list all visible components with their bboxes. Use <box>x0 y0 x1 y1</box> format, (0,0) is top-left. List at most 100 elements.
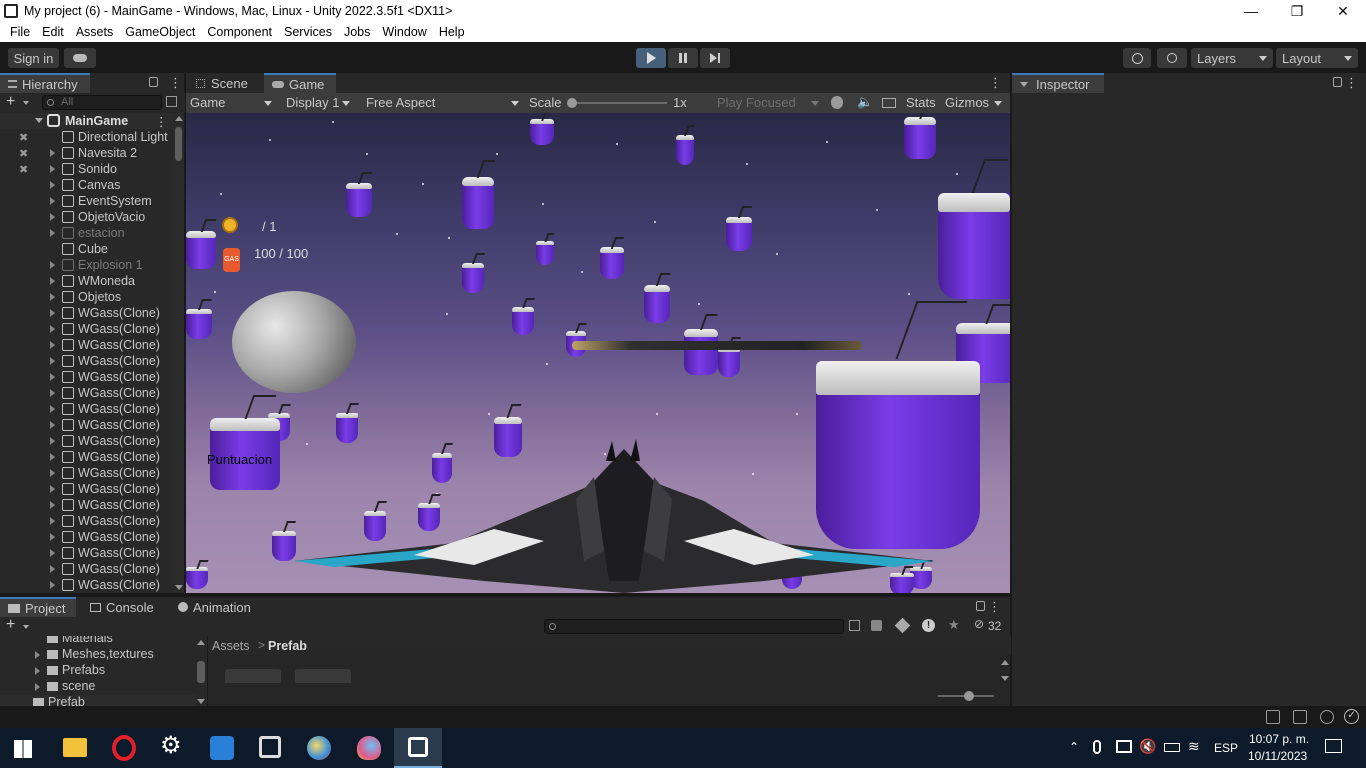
scale-slider-handle[interactable] <box>567 98 577 108</box>
hierarchy-item[interactable]: estacion <box>0 225 173 241</box>
menu-assets[interactable]: Assets <box>70 25 120 39</box>
hierarchy-item[interactable]: WGass(Clone) <box>0 481 173 497</box>
hierarchy-item[interactable]: WGass(Clone) <box>0 337 173 353</box>
history-button[interactable] <box>1123 48 1151 68</box>
chevron-right-icon[interactable] <box>50 453 55 461</box>
thumbnail-size-slider[interactable] <box>938 691 994 701</box>
chevron-down-icon[interactable] <box>23 101 29 105</box>
hierarchy-item[interactable]: WGass(Clone) <box>0 369 173 385</box>
more-options-icon[interactable]: ⋮ <box>989 75 1002 91</box>
lock-icon[interactable] <box>149 77 158 87</box>
chevron-right-icon[interactable] <box>50 277 55 285</box>
chevron-right-icon[interactable] <box>50 501 55 509</box>
notifications-icon[interactable] <box>1325 739 1342 753</box>
chevron-right-icon[interactable] <box>50 389 55 397</box>
vscode-icon[interactable] <box>210 736 234 760</box>
check-icon[interactable]: ✓ <box>1344 709 1359 724</box>
tab-project[interactable]: Project <box>0 597 76 617</box>
menu-gameobject[interactable]: GameObject <box>119 25 201 39</box>
progress-icon[interactable] <box>1266 710 1280 724</box>
hierarchy-item[interactable]: Objetos <box>0 289 173 305</box>
layers-dropdown[interactable]: Layers <box>1191 48 1273 68</box>
hierarchy-item[interactable]: WGass(Clone) <box>0 561 173 577</box>
hierarchy-item[interactable]: Directional Light <box>0 129 173 145</box>
save-search-icon[interactable] <box>849 620 860 631</box>
hierarchy-item[interactable]: Sonido <box>0 161 173 177</box>
tab-animation[interactable]: Animation <box>170 597 260 617</box>
paint-3d-icon[interactable] <box>357 736 381 760</box>
tab-hierarchy[interactable]: Hierarchy <box>0 73 90 93</box>
hidden-count-icon[interactable]: ⊘ <box>974 617 984 631</box>
project-search-input[interactable] <box>544 619 844 634</box>
chevron-right-icon[interactable] <box>50 581 55 589</box>
opera-browser-icon[interactable] <box>112 735 136 761</box>
hierarchy-item[interactable]: WGass(Clone) <box>0 529 173 545</box>
clock-date[interactable]: 10/11/2023 <box>1248 749 1307 763</box>
warning-filter-icon[interactable]: ! <box>922 619 935 632</box>
folder-row[interactable]: scene <box>0 679 196 695</box>
chevron-right-icon[interactable] <box>50 437 55 445</box>
scene-root-row[interactable]: MainGame ⋮ <box>0 113 173 129</box>
hierarchy-item[interactable]: WGass(Clone) <box>0 401 173 417</box>
menu-edit[interactable]: Edit <box>36 25 70 39</box>
tab-inspector[interactable]: Inspector <box>1012 73 1104 93</box>
hierarchy-item[interactable]: WGass(Clone) <box>0 353 173 369</box>
tab-console[interactable]: Console <box>82 597 162 617</box>
show-hidden-icons[interactable]: ⌃ <box>1069 740 1079 754</box>
more-options-icon[interactable]: ⋮ <box>1345 75 1358 91</box>
hierarchy-item[interactable]: WGass(Clone) <box>0 433 173 449</box>
chevron-right-icon[interactable] <box>50 421 55 429</box>
hierarchy-item[interactable]: WMoneda <box>0 273 173 289</box>
asset-thumbnail[interactable] <box>295 669 351 683</box>
cloud-button[interactable] <box>64 48 96 68</box>
keyboard-icon[interactable] <box>882 98 896 108</box>
filter-icon[interactable] <box>166 96 177 107</box>
folder-row[interactable]: Materials <box>0 636 196 647</box>
hierarchy-item[interactable]: Navesita 2 <box>0 145 173 161</box>
aspect-dropdown[interactable]: Free Aspect <box>366 95 435 110</box>
hierarchy-item[interactable]: Explosion 1 <box>0 257 173 273</box>
gizmos-button[interactable]: Gizmos <box>945 95 989 110</box>
chevron-right-icon[interactable] <box>50 341 55 349</box>
tab-game[interactable]: Game <box>264 73 336 93</box>
chevron-right-icon[interactable] <box>50 165 55 173</box>
chevron-right-icon[interactable] <box>50 293 55 301</box>
chevron-down-icon[interactable] <box>23 625 29 629</box>
pause-button[interactable] <box>668 48 698 68</box>
chevron-right-icon[interactable] <box>50 517 55 525</box>
add-icon[interactable]: + <box>6 616 15 634</box>
hierarchy-item[interactable]: WGass(Clone) <box>0 513 173 529</box>
type-filter-icon[interactable] <box>871 620 882 631</box>
star-icon[interactable]: ★ <box>948 617 960 633</box>
unity-editor-taskbar-button[interactable] <box>394 728 442 768</box>
volume-muted-icon[interactable]: 🔇 <box>1139 738 1156 755</box>
more-options-icon[interactable]: ⋮ <box>155 114 168 129</box>
hierarchy-item[interactable]: WGass(Clone) <box>0 577 173 593</box>
folder-row[interactable]: Meshes,textures <box>0 647 196 663</box>
game-mode-dropdown[interactable]: Game <box>190 95 225 110</box>
debug-icon[interactable] <box>1320 710 1334 724</box>
chevron-right-icon[interactable] <box>50 549 55 557</box>
hierarchy-item[interactable]: WGass(Clone) <box>0 321 173 337</box>
play-button[interactable] <box>636 48 666 68</box>
tab-scene[interactable]: Scene <box>188 73 258 93</box>
minimize-button[interactable]: — <box>1228 0 1274 22</box>
windows-start-icon[interactable] <box>14 740 32 758</box>
chevron-right-icon[interactable] <box>50 405 55 413</box>
chevron-right-icon[interactable] <box>50 229 55 237</box>
file-explorer-icon[interactable] <box>63 738 87 757</box>
hierarchy-search-input[interactable]: All <box>42 95 162 110</box>
hierarchy-item[interactable]: EventSystem <box>0 193 173 209</box>
game-render-view[interactable]: / 1 GAS 100 / 100 Puntuacion <box>186 113 1010 593</box>
lock-icon[interactable] <box>1333 77 1342 87</box>
chevron-right-icon[interactable] <box>50 149 55 157</box>
chevron-right-icon[interactable] <box>50 261 55 269</box>
display-icon[interactable] <box>1116 740 1132 753</box>
step-button[interactable] <box>700 48 730 68</box>
unity-hub-icon[interactable] <box>259 736 281 758</box>
hierarchy-item[interactable]: Canvas <box>0 177 173 193</box>
hierarchy-item[interactable]: WGass(Clone) <box>0 497 173 513</box>
wifi-icon[interactable]: ≋ <box>1188 738 1200 755</box>
hierarchy-item[interactable]: WGass(Clone) <box>0 449 173 465</box>
label-filter-icon[interactable] <box>894 617 911 634</box>
